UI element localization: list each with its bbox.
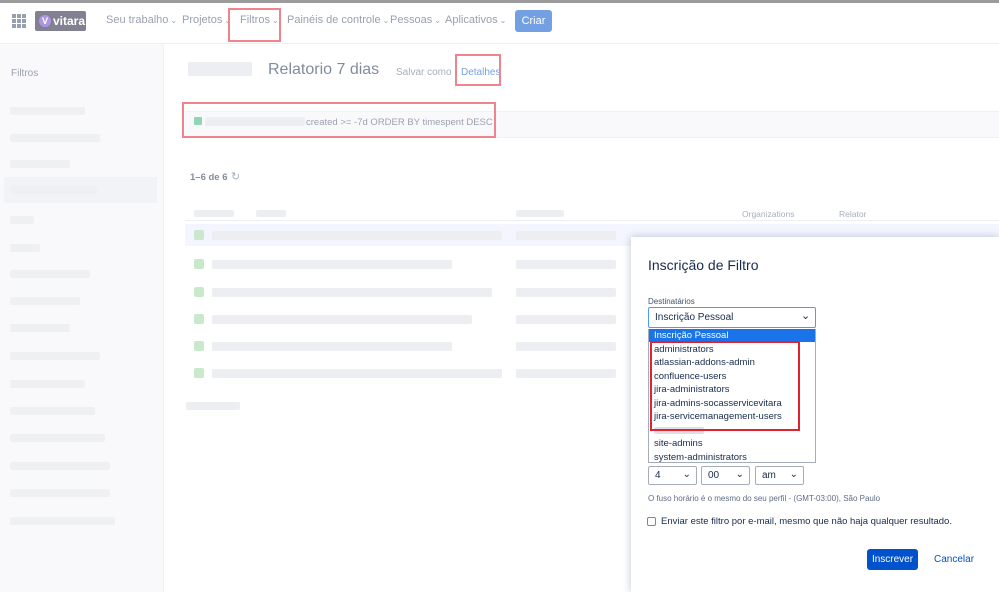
subscribe-button[interactable]: Inscrever bbox=[867, 549, 918, 570]
recipients-select-value: Inscrição Pessoal bbox=[655, 312, 734, 323]
timezone-note: O fuso horário é o mesmo do seu perfil -… bbox=[648, 494, 881, 503]
dropdown-option-system-administrators[interactable]: system-administrators bbox=[654, 452, 747, 463]
dropdown-option-inscricao-pessoal[interactable]: Inscrição Pessoal bbox=[654, 330, 728, 341]
chevron-down-icon: ⌄ bbox=[789, 469, 798, 480]
dropdown-option-site-admins[interactable]: site-admins bbox=[654, 438, 703, 449]
highlight-box-groups bbox=[650, 341, 800, 431]
minute-select[interactable]: 00 ⌄ bbox=[701, 466, 750, 485]
recipients-label: Destinatários bbox=[648, 297, 695, 306]
dialog-title: Inscrição de Filtro bbox=[648, 257, 759, 273]
chevron-down-icon: ⌄ bbox=[801, 310, 811, 322]
email-empty-results-checkbox[interactable] bbox=[647, 517, 656, 526]
ampm-select[interactable]: am ⌄ bbox=[755, 466, 804, 485]
chevron-down-icon: ⌄ bbox=[682, 469, 691, 480]
chevron-down-icon: ⌄ bbox=[735, 469, 744, 480]
hour-select[interactable]: 4 ⌄ bbox=[648, 466, 697, 485]
email-empty-results-label[interactable]: Enviar este filtro por e-mail, mesmo que… bbox=[661, 516, 952, 527]
cancel-button[interactable]: Cancelar bbox=[934, 554, 974, 565]
